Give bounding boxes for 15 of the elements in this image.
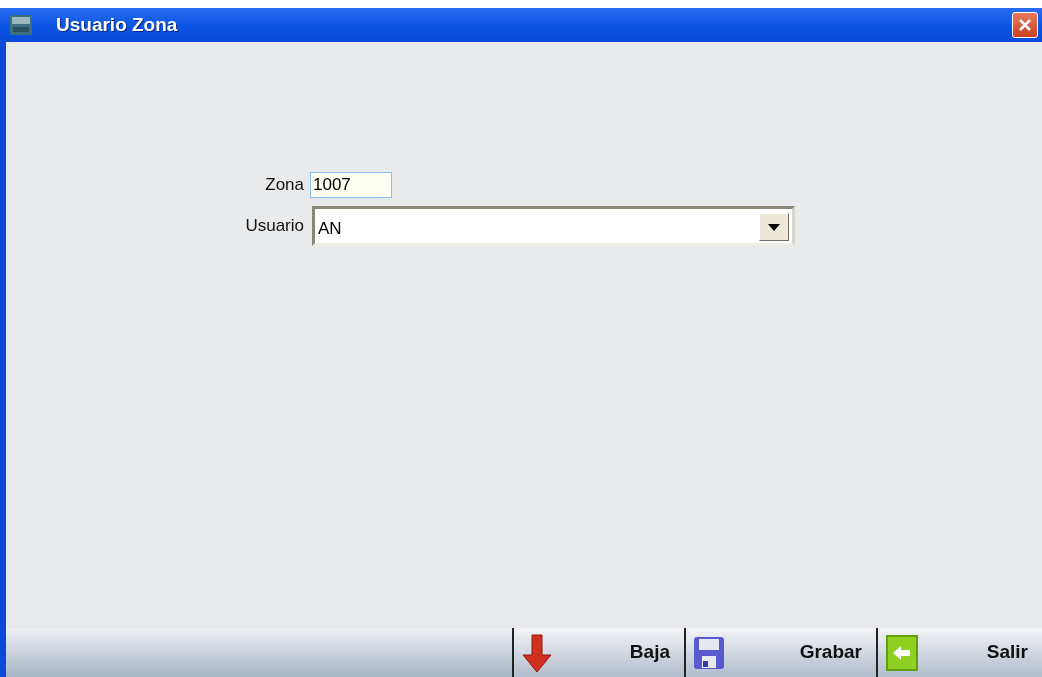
toolbar-button[interactable]: Baja: [512, 628, 684, 677]
field-label: Zona: [264, 174, 304, 197]
input-field[interactable]: 1007: [310, 172, 392, 198]
toolbar-button[interactable]: Grabar: [684, 628, 876, 677]
close-icon: [1018, 18, 1032, 32]
app-icon: [10, 15, 32, 35]
caret-icon: [768, 223, 780, 231]
toolbar-button[interactable]: Salir: [876, 628, 1042, 677]
window-title: Usuario Zona: [56, 12, 178, 37]
dropdown-arrow-button[interactable]: [759, 213, 789, 241]
field-label: Usuario: [244, 215, 304, 238]
down-arrow-icon: [522, 632, 552, 673]
close-button[interactable]: [1012, 12, 1038, 38]
dropdown-value: AN: [317, 218, 343, 241]
dropdown-field[interactable]: AN: [312, 206, 795, 246]
